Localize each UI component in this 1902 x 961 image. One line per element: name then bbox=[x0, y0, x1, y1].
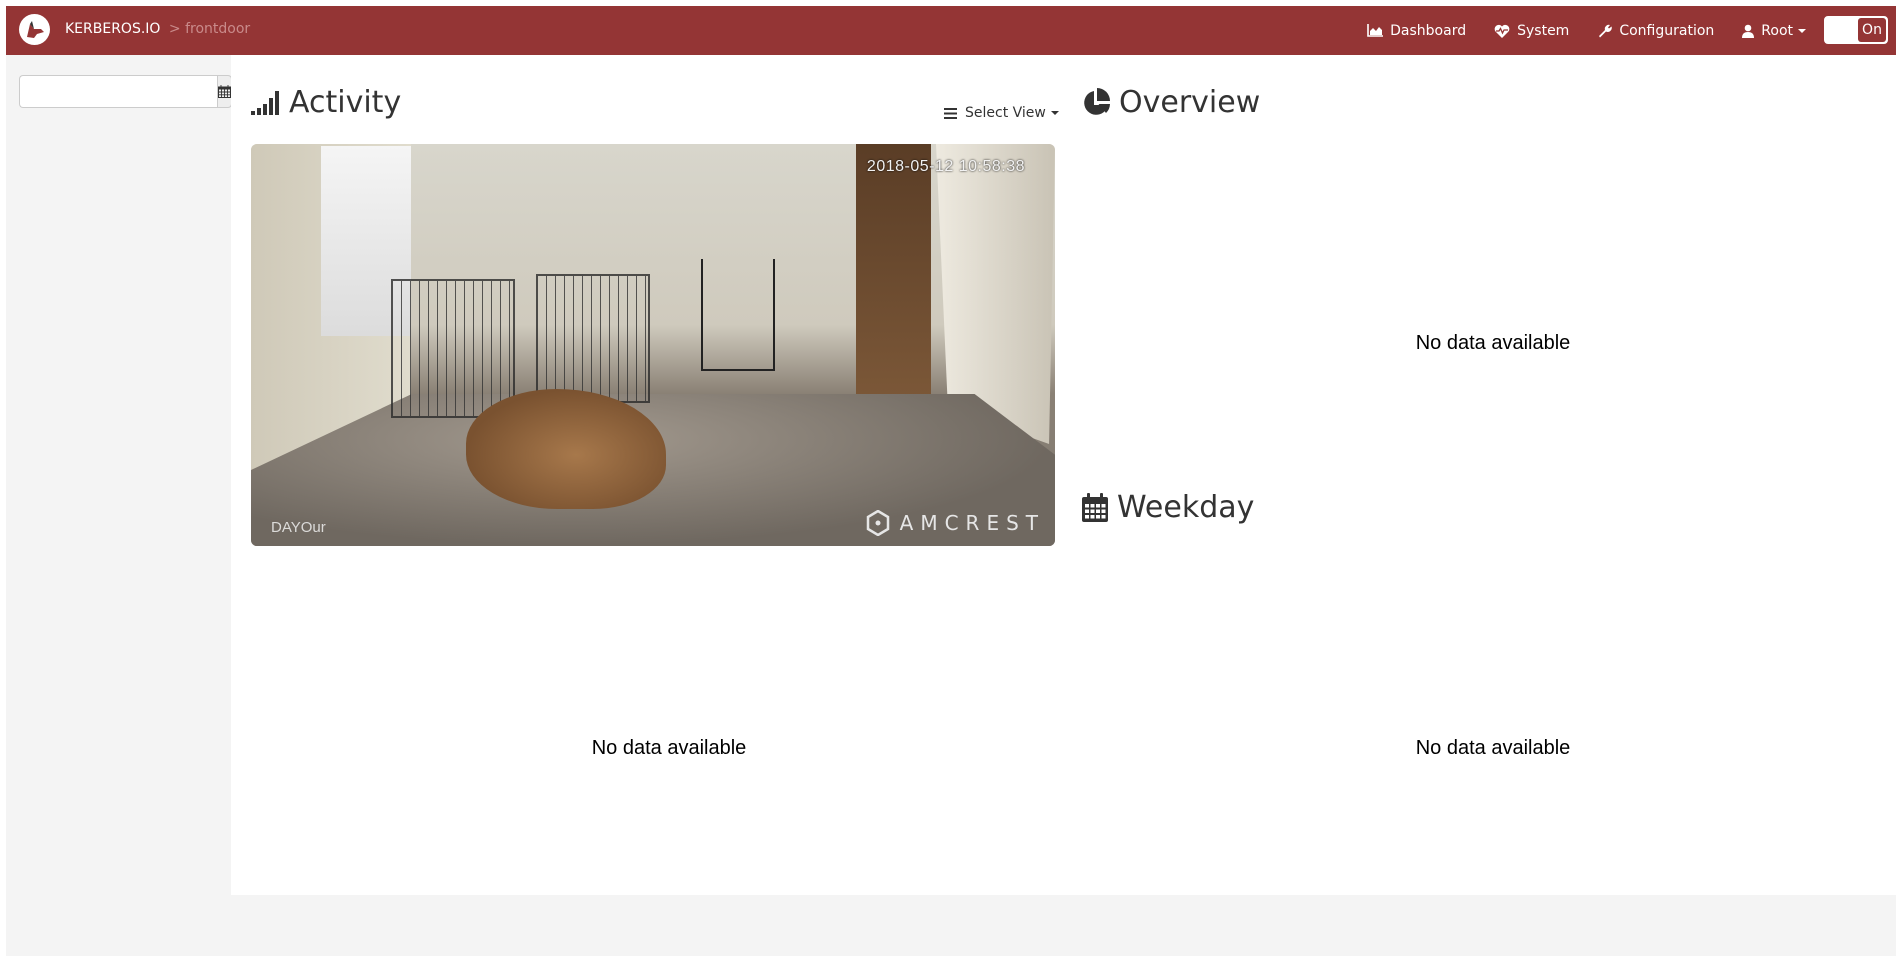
nav-system-label: System bbox=[1517, 22, 1570, 39]
date-picker bbox=[19, 75, 232, 108]
camera-channel-label: DAYOur bbox=[271, 519, 326, 536]
camera-brand-text: AMCREST bbox=[899, 511, 1045, 535]
signal-bars-icon bbox=[251, 90, 279, 115]
toggle-on-label: On bbox=[1858, 18, 1886, 42]
chevron-down-icon bbox=[1050, 111, 1059, 115]
nav-user-label: Root bbox=[1761, 22, 1793, 39]
date-input[interactable] bbox=[19, 75, 217, 108]
power-toggle[interactable]: On bbox=[1824, 16, 1888, 44]
camera-feed[interactable]: 2018-05-12 10:58:38 DAYOur AMCREST bbox=[251, 144, 1055, 546]
weekday-heading: Weekday bbox=[1081, 490, 1254, 525]
list-icon bbox=[944, 107, 957, 119]
navbar: KERBEROS.IO > frontdoor Dashboard System… bbox=[6, 6, 1896, 55]
calendar-icon bbox=[1082, 492, 1108, 522]
camera-timestamp: 2018-05-12 10:58:38 bbox=[866, 158, 1025, 175]
nav-configuration[interactable]: Configuration bbox=[1597, 23, 1714, 39]
camera-watermark: AMCREST bbox=[866, 510, 1045, 536]
activity-heading: Activity bbox=[251, 85, 401, 120]
overview-title: Overview bbox=[1119, 85, 1261, 120]
brand-name[interactable]: KERBEROS.IO bbox=[65, 21, 160, 37]
select-view-label: Select View bbox=[965, 105, 1046, 121]
nav-dashboard[interactable]: Dashboard bbox=[1367, 23, 1466, 39]
amcrest-logo-icon bbox=[866, 510, 889, 536]
nav-menu: Dashboard System Configuration Root bbox=[1339, 6, 1806, 55]
nav-dashboard-label: Dashboard bbox=[1390, 22, 1467, 39]
overview-heading: Overview bbox=[1081, 85, 1260, 120]
brand[interactable]: KERBEROS.IO > frontdoor bbox=[65, 21, 250, 37]
select-view-dropdown[interactable]: Select View bbox=[944, 105, 1059, 121]
wrench-icon bbox=[1599, 24, 1613, 38]
fox-logo-icon bbox=[26, 20, 44, 38]
weekday-no-data: No data available bbox=[1415, 737, 1571, 759]
nav-configuration-label: Configuration bbox=[1619, 22, 1715, 39]
breadcrumb-device: > frontdoor bbox=[168, 21, 251, 37]
calendar-icon bbox=[218, 85, 231, 98]
chevron-down-icon bbox=[1798, 28, 1806, 33]
nav-system[interactable]: System bbox=[1494, 23, 1569, 39]
user-icon bbox=[1742, 24, 1755, 38]
main-content: Activity Select View 2018-05-12 10:58:38… bbox=[231, 55, 1896, 895]
pie-chart-icon bbox=[1084, 87, 1110, 115]
nav-user-dropdown[interactable]: Root bbox=[1742, 23, 1806, 39]
heartbeat-icon bbox=[1494, 24, 1510, 38]
weekday-title: Weekday bbox=[1117, 490, 1255, 525]
area-chart-icon bbox=[1367, 24, 1384, 37]
sidebar bbox=[6, 55, 232, 956]
kerberos-logo[interactable] bbox=[19, 14, 50, 45]
calendar-button[interactable] bbox=[217, 75, 232, 108]
activity-title: Activity bbox=[289, 85, 402, 120]
overview-no-data: No data available bbox=[1415, 332, 1571, 354]
app-frame: KERBEROS.IO > frontdoor Dashboard System… bbox=[6, 6, 1896, 956]
activity-no-data: No data available bbox=[591, 737, 747, 759]
